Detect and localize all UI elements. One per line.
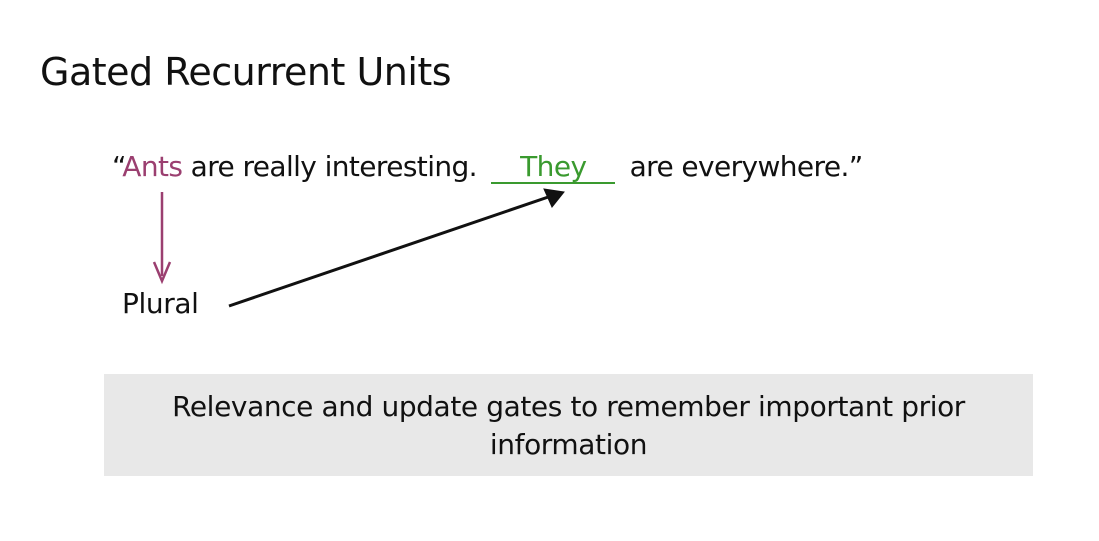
callout-line-2: information [489,428,648,461]
down-arrow [152,192,172,285]
summary-callout: Relevance and update gates to remember i… [104,374,1033,476]
diagonal-arrow [228,188,565,308]
callout-line-1: Relevance and update gates to remember i… [172,390,965,423]
